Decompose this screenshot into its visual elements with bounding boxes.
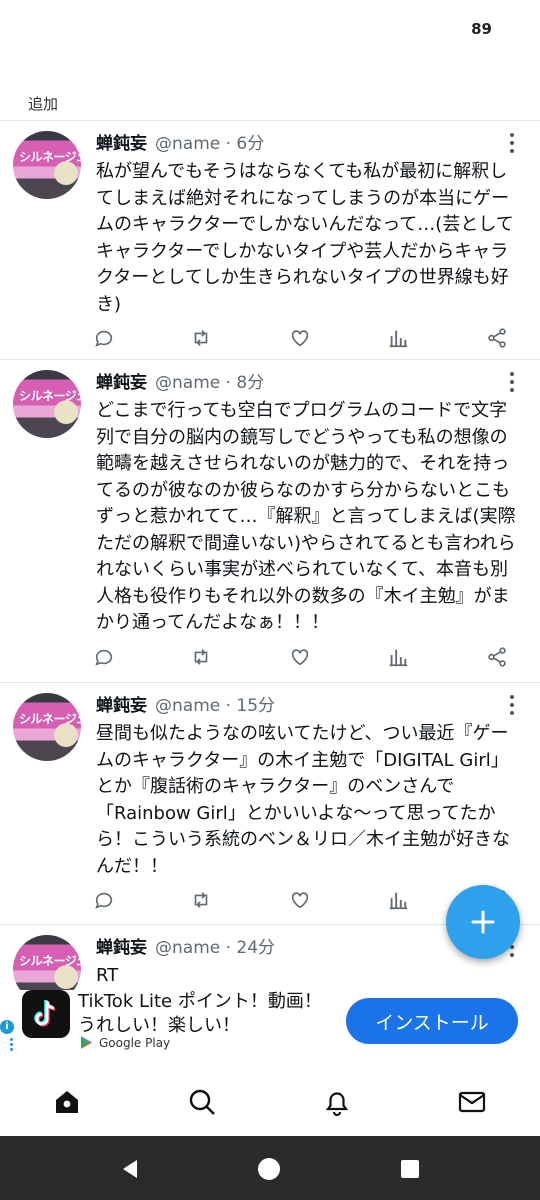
home-circle-icon[interactable] [256, 1156, 282, 1182]
timeline-feed[interactable]: シルネージュ 蝉鈍妄 @name · 6分 私が望んでもそうはならなくても私が最… [0, 120, 540, 990]
analytics-icon[interactable] [382, 322, 414, 354]
install-button[interactable]: インストール [346, 998, 518, 1044]
tweet[interactable]: シルネージュ 蝉鈍妄 @name · 15分 昼間も似たようなの呟いてたけど、つ… [0, 683, 540, 924]
back-icon[interactable] [117, 1156, 143, 1182]
avatar[interactable]: シルネージュ [13, 693, 81, 761]
tweet-text: 私が望んでもそうはならなくても私が最初に解釈してしまえば絶対それになってしまうの… [96, 161, 514, 315]
more-options-icon[interactable] [504, 131, 520, 155]
status-bar: 89 [0, 0, 540, 60]
tweet-text: どこまで行っても空白でプログラムのコードで文字列で自分の脳内の鏡写しでどうやって… [96, 400, 516, 633]
reply-icon[interactable] [88, 884, 120, 916]
added-label: 追加 [28, 95, 59, 113]
like-icon[interactable] [284, 322, 316, 354]
display-name[interactable]: 蝉鈍妄 [96, 691, 147, 721]
handle-time: @name · 8分 [155, 373, 265, 393]
ad-banner[interactable]: i TikTok Lite ポイント！動画！うれしい！楽しい！ Google P… [0, 990, 540, 1056]
recents-icon[interactable] [397, 1156, 423, 1182]
tweet-header: 蝉鈍妄 @name · 6分 [96, 129, 540, 159]
tweet-text: RT [96, 965, 119, 986]
home-icon[interactable] [47, 1082, 87, 1122]
retweet-icon[interactable] [185, 641, 217, 673]
tweet-text: 昼間も似たようなの呟いてたけど、つい最近『ゲームのキャラクター』の木イ主勉で「D… [96, 723, 510, 877]
google-play-icon [81, 1036, 92, 1049]
system-navigation-bar [0, 1136, 540, 1200]
ad-title[interactable]: TikTok Lite ポイント！動画！うれしい！楽しい！ [78, 990, 338, 1038]
display-name[interactable]: 蝉鈍妄 [96, 129, 147, 159]
avatar[interactable]: シルネージュ [13, 935, 81, 990]
messages-icon[interactable] [452, 1082, 492, 1122]
handle-time: @name · 6分 [155, 134, 265, 154]
analytics-icon[interactable] [382, 884, 414, 916]
tweet[interactable]: シルネージュ 蝉鈍妄 @name · 6分 私が望んでもそうはならなくても私が最… [0, 121, 540, 359]
google-play-label: Google Play [99, 1035, 171, 1050]
search-icon[interactable] [182, 1082, 222, 1122]
bottom-navigation [0, 1068, 540, 1136]
tweet-header: 蝉鈍妄 @name · 8分 [96, 368, 540, 398]
ad-choices-icon[interactable] [10, 1038, 14, 1053]
like-icon[interactable] [284, 884, 316, 916]
retweet-icon[interactable] [185, 322, 217, 354]
share-icon[interactable] [481, 641, 513, 673]
more-options-icon[interactable] [504, 370, 520, 394]
avatar[interactable]: シルネージュ [13, 131, 81, 199]
status-number: 89 [471, 20, 492, 38]
avatar-caption: シルネージュ [19, 954, 81, 968]
tweet[interactable]: シルネージュ 蝉鈍妄 @name · 8分 どこまで行っても空白でプログラムのコ… [0, 360, 540, 682]
ad-info-icon[interactable]: i [0, 1020, 14, 1034]
notifications-icon[interactable] [317, 1082, 357, 1122]
handle-time: @name · 15分 [155, 696, 276, 716]
share-icon[interactable] [481, 322, 513, 354]
plus-icon [471, 910, 495, 934]
avatar-caption: シルネージュ [19, 712, 81, 726]
retweet-icon[interactable] [185, 884, 217, 916]
handle-time: @name · 24分 [155, 938, 276, 958]
avatar-caption: シルネージュ [19, 389, 81, 403]
avatar[interactable]: シルネージュ [13, 370, 81, 438]
tweet-header: 蝉鈍妄 @name · 15分 [96, 691, 540, 721]
more-options-icon[interactable] [504, 693, 520, 717]
compose-button[interactable] [446, 885, 520, 959]
analytics-icon[interactable] [382, 641, 414, 673]
tiktok-logo-icon[interactable] [22, 990, 70, 1038]
tweet-actions [0, 637, 540, 677]
google-play-badge: Google Play [80, 1035, 170, 1050]
reply-icon[interactable] [88, 322, 120, 354]
reply-icon[interactable] [88, 641, 120, 673]
like-icon[interactable] [284, 641, 316, 673]
display-name[interactable]: 蝉鈍妄 [96, 933, 147, 963]
tweet-actions [0, 318, 540, 358]
avatar-caption: シルネージュ [19, 150, 81, 164]
display-name[interactable]: 蝉鈍妄 [96, 368, 147, 398]
